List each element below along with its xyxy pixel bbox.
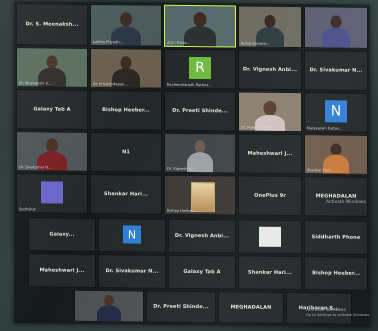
participant-label: Narayanan Kaduv...	[307, 126, 343, 131]
meeting-gallery-view: Dr. S. Meenaksh... Lalitha Priyadh... Ar…	[14, 1, 370, 327]
participant-avatar-tile[interactable]: N Narayanan Kaduv...	[304, 92, 368, 133]
participant-name: Maheshwari J...	[39, 267, 85, 274]
participant-tile[interactable]: Shankar Hari...	[90, 173, 162, 215]
participant-avatar-tile[interactable]: R Raveendranath Rathna...	[164, 48, 236, 90]
participant-tile[interactable]: Dr. Sivakumar N...	[98, 254, 166, 289]
participant-body	[97, 305, 121, 323]
participant-tile[interactable]	[238, 219, 302, 255]
avatar-letter-icon: R	[189, 56, 211, 80]
participant-name: Galaxy Tab A	[183, 268, 221, 276]
participant-name: Bishop Heeber...	[102, 107, 150, 114]
participant-name: Dr. Vignesh Anbi...	[174, 232, 230, 240]
participant-name: Dr. Vignesh Anbi...	[242, 66, 298, 74]
participant-label: Sudhakar	[19, 207, 37, 212]
participant-label: Rahul Kanakar...	[241, 41, 271, 46]
participant-label: Arun Prasa...	[167, 40, 190, 45]
participant-tile[interactable]: Shankar Hari...	[238, 255, 302, 291]
participant-avatar-tile[interactable]: N	[98, 218, 166, 253]
activate-windows-watermark-2: Activate Windows Go to Settings to activ…	[306, 308, 370, 317]
participant-tile[interactable]: Dr. Vignesh Anbi...	[238, 49, 302, 91]
participant-head	[193, 12, 207, 28]
participant-tile[interactable]: Siddharth Phone	[304, 220, 368, 255]
participant-label: Dr. Meenakshi S...	[19, 81, 52, 86]
participant-tile[interactable]: Dr. Vignesh Anbi...	[168, 218, 236, 254]
participant-name: N1	[122, 149, 130, 156]
participant-name: Dr. Preeti Shinde...	[172, 107, 228, 115]
participant-video-tile[interactable]: Arun Prasa...	[164, 4, 236, 48]
avatar-letter-icon: N	[123, 225, 141, 244]
participant-tile[interactable]: Dr. S. Meenaksh...	[16, 3, 88, 46]
participant-label: Dr. Sivakumar N...	[19, 165, 52, 170]
participant-tile[interactable]: Galaxy Tab A	[168, 254, 236, 290]
watermark-subtitle: Go to Settings to activate Windows.	[306, 313, 371, 317]
participant-video-tile[interactable]: Dr. Preeti Shinde	[238, 91, 302, 133]
participant-label: Bishop Heeber...	[167, 208, 197, 214]
participant-label: Shankar Hari...	[307, 168, 334, 173]
participant-video-tile[interactable]: Rahul Kanakar...	[238, 5, 302, 49]
participant-name: Siddharth Phone	[311, 234, 361, 241]
participant-video-tile[interactable]: Dr. Meenakshi S...	[16, 47, 88, 88]
participant-name: Shankar Hari...	[248, 269, 292, 277]
participant-tile[interactable]: OnePlus 9r	[238, 175, 302, 217]
participant-video-tile[interactable]: Dr. Vignesh A...	[164, 132, 236, 174]
participant-tile[interactable]: Maheshwari J...	[238, 133, 302, 175]
participant-name: Galaxy Tab A	[33, 106, 71, 113]
participant-name: Shankar Hari...	[104, 191, 148, 198]
activate-windows-watermark: Activate Windows	[326, 200, 366, 205]
participant-name: MEGHADALAN	[315, 193, 357, 200]
participant-label: Dr. Vignesh A...	[167, 166, 195, 172]
participant-name: Maheshwari J...	[247, 150, 293, 158]
participant-tile[interactable]: MEGHADALAN	[218, 291, 284, 324]
participant-tile[interactable]: Galaxy...	[28, 217, 96, 252]
participant-video-tile[interactable]	[74, 289, 144, 323]
participant-video-tile[interactable]	[304, 6, 368, 49]
participant-name: Dr. Sivakumar N...	[309, 67, 363, 74]
participant-video-tile[interactable]: Lalitha Priyadh...	[90, 3, 162, 47]
participant-tile[interactable]: Dr. Preeti Shinde...	[164, 90, 236, 132]
participant-name: Bishop Heeber...	[312, 270, 360, 277]
participant-photo	[191, 181, 215, 213]
participant-tile[interactable]: Bishop Heeber...	[90, 89, 162, 131]
participant-head	[263, 100, 277, 116]
avatar-letter-icon	[41, 181, 63, 204]
participant-tile[interactable]: Maheshwari J...	[28, 253, 96, 288]
participant-head	[120, 12, 132, 27]
participant-video-tile[interactable]: Dr. Sivakumar N...	[16, 131, 88, 172]
blank-screen	[259, 226, 281, 247]
participant-tile[interactable]: Bishop Heeber...	[304, 256, 368, 291]
participant-video-tile[interactable]: Bishop Heeber...	[164, 174, 236, 216]
participant-label: Lalitha Priyadh...	[93, 39, 124, 45]
participant-name: Dr. S. Meenaksh...	[25, 21, 79, 28]
participant-label: Dr. Preeti Shinde	[241, 125, 272, 130]
participant-name: OnePlus 9r	[254, 192, 286, 199]
participant-tile[interactable]: Galaxy Tab A	[16, 89, 88, 130]
participant-video-tile[interactable]: Dr. N Karthikeyan...	[90, 47, 162, 89]
participant-tile[interactable]: Dr. Sivakumar N...	[304, 50, 368, 91]
participant-tile[interactable]: N1	[90, 131, 162, 173]
participant-label: Raveendranath Rathna...	[167, 82, 212, 88]
participant-name: Galaxy...	[49, 231, 75, 238]
participant-name: Dr. Sivakumar N...	[105, 268, 159, 275]
participant-name: MEGHADALAN	[230, 304, 272, 311]
participant-video-tile[interactable]: Shankar Hari...	[304, 134, 368, 175]
avatar-letter-icon: N	[325, 100, 347, 123]
participant-avatar-tile[interactable]: Sudhakar	[16, 173, 88, 214]
participant-tile[interactable]: Dr. Preeti Shinde...	[146, 290, 216, 324]
participant-head	[46, 138, 58, 153]
participant-name: Dr. Preeti Shinde...	[153, 303, 209, 311]
watermark-title: Activate Windows	[326, 200, 366, 205]
participant-label: Dr. N Karthikeyan...	[93, 81, 128, 87]
participant-tile[interactable]: MEGHADALAN	[304, 176, 368, 217]
participant-body	[322, 27, 350, 49]
